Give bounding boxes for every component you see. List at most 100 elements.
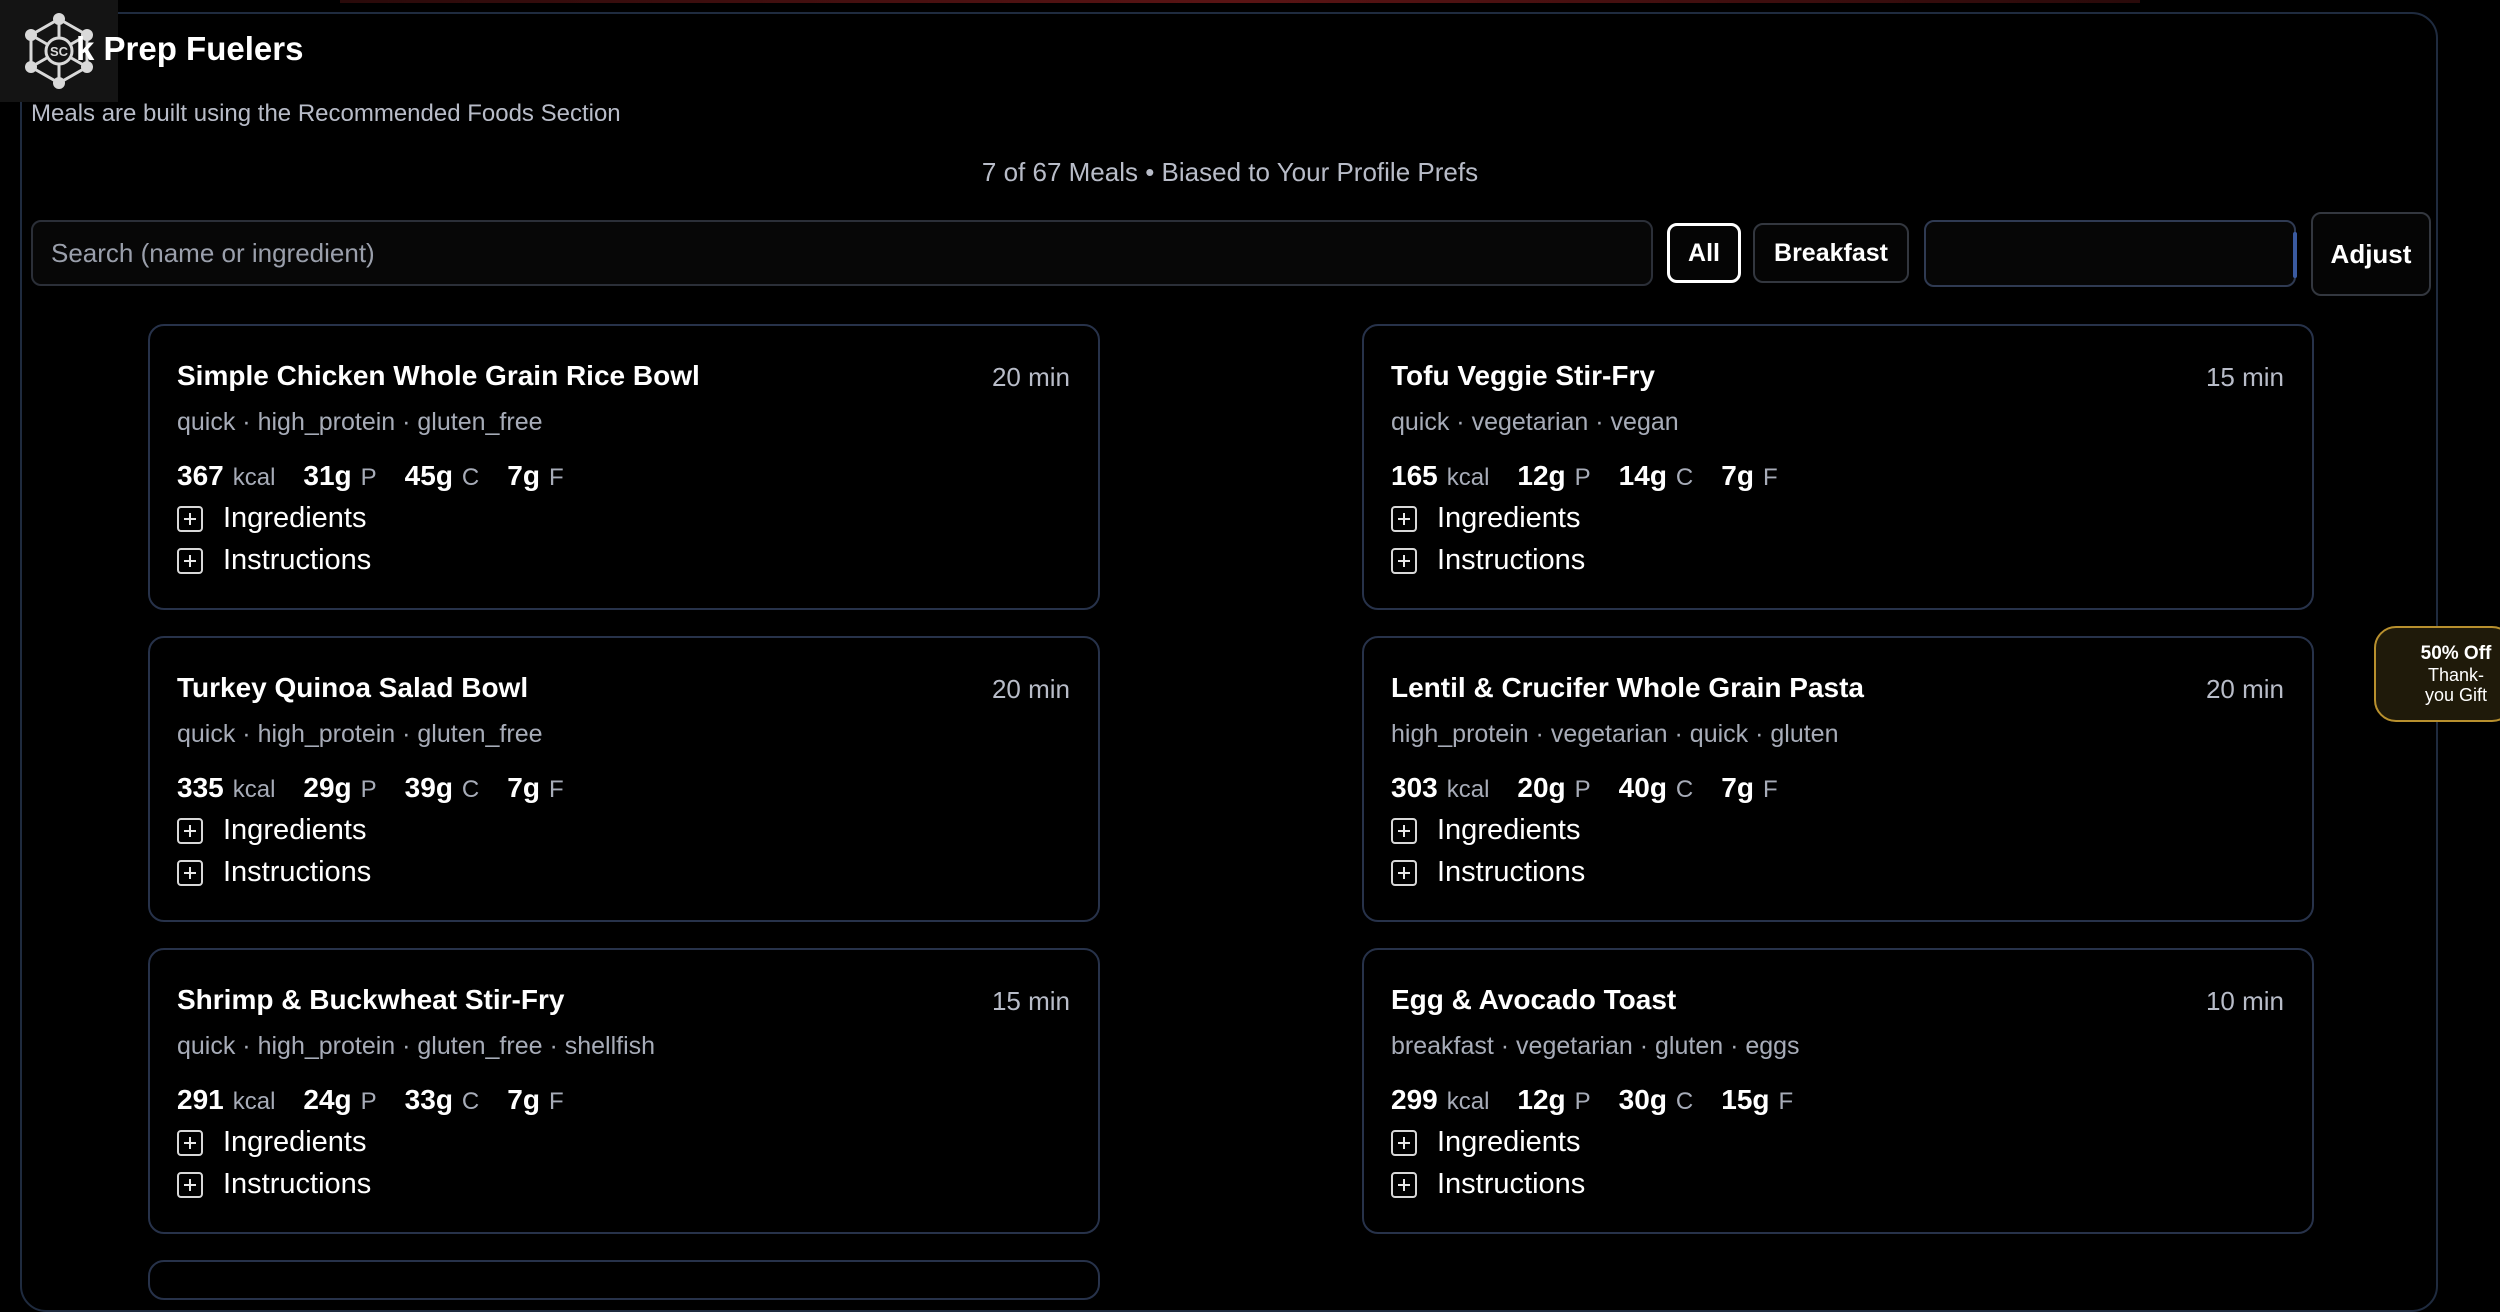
- carbs-value: 40g: [1618, 772, 1667, 803]
- meal-name: Tofu Veggie Stir-Fry: [1391, 360, 1655, 391]
- plus-square-icon: [1391, 859, 1417, 886]
- svg-text:SC: SC: [50, 44, 69, 59]
- kcal-unit: kcal: [1446, 1088, 1490, 1115]
- carbs-unit: C: [461, 464, 480, 491]
- fat-unit: F: [1778, 1088, 1794, 1115]
- meal-card[interactable]: Lentil & Crucifer Whole Grain Pasta 20 m…: [1362, 636, 2314, 922]
- ingredients-label: Ingredients: [223, 502, 367, 534]
- instructions-toggle[interactable]: Instructions: [177, 1168, 371, 1201]
- ingredients-toggle[interactable]: Ingredients: [177, 814, 367, 847]
- carbs-unit: C: [461, 776, 480, 803]
- protein-value: 12g: [1517, 460, 1566, 491]
- top-accent-bar: [340, 0, 2140, 3]
- ingredients-label: Ingredients: [223, 814, 367, 846]
- kcal-unit: kcal: [232, 464, 276, 491]
- meal-tags: quick · high_protein · gluten_free · she…: [177, 1032, 656, 1060]
- instructions-label: Instructions: [1437, 544, 1586, 576]
- carbs-value: 45g: [404, 460, 453, 491]
- macros-row: 335 kcal 29g P 39g C 7g F: [177, 772, 592, 804]
- protein-value: 24g: [303, 1084, 352, 1115]
- carbs-unit: C: [1675, 1088, 1694, 1115]
- fat-unit: F: [1762, 464, 1778, 491]
- meal-card[interactable]: Tofu Veggie Stir-Fry 15 min quick · vege…: [1362, 324, 2314, 610]
- plus-square-icon: [177, 505, 203, 532]
- meal-card-partial[interactable]: [148, 1260, 1100, 1300]
- instructions-label: Instructions: [223, 544, 372, 576]
- plus-square-icon: [177, 817, 203, 844]
- filter-chip-breakfast[interactable]: Breakfast: [1753, 223, 1909, 283]
- plus-square-icon: [177, 547, 203, 574]
- fat-unit: F: [548, 464, 564, 491]
- instructions-toggle[interactable]: Instructions: [1391, 544, 1585, 577]
- meal-time: 20 min: [991, 674, 1070, 704]
- kcal-unit: kcal: [1446, 464, 1490, 491]
- kcal-value: 367: [177, 460, 224, 491]
- instructions-label: Instructions: [1437, 856, 1586, 888]
- carbs-unit: C: [1675, 776, 1694, 803]
- carbs-value: 39g: [404, 772, 453, 803]
- protein-unit: P: [360, 776, 377, 803]
- plus-square-icon: [1391, 1171, 1417, 1198]
- ingredients-toggle[interactable]: Ingredients: [1391, 1126, 1581, 1159]
- meal-card[interactable]: Simple Chicken Whole Grain Rice Bowl 20 …: [148, 324, 1100, 610]
- adjust-button[interactable]: Adjust: [2311, 212, 2431, 296]
- meal-name: Turkey Quinoa Salad Bowl: [177, 672, 529, 703]
- plus-square-icon: [177, 1129, 203, 1156]
- protein-value: 31g: [303, 460, 352, 491]
- macros-row: 299 kcal 12g P 30g C 15g F: [1391, 1084, 1821, 1116]
- instructions-toggle[interactable]: Instructions: [1391, 1168, 1585, 1201]
- meal-time: 20 min: [991, 362, 1070, 392]
- instructions-toggle[interactable]: Instructions: [177, 856, 371, 889]
- gift-badge[interactable]: 50% Off Thank-you Gift: [2374, 626, 2500, 722]
- meal-tags: quick · vegetarian · vegan: [1391, 408, 1679, 436]
- ingredients-toggle[interactable]: Ingredients: [177, 502, 367, 535]
- fat-value: 7g: [507, 1084, 540, 1115]
- meal-tags: high_protein · vegetarian · quick · glut…: [1391, 720, 1839, 748]
- instructions-toggle[interactable]: Instructions: [177, 544, 371, 577]
- plus-square-icon: [1391, 817, 1417, 844]
- protein-unit: P: [1574, 776, 1591, 803]
- fat-value: 7g: [1721, 460, 1754, 491]
- meal-card[interactable]: Egg & Avocado Toast 10 min breakfast · v…: [1362, 948, 2314, 1234]
- protein-unit: P: [360, 1088, 377, 1115]
- instructions-toggle[interactable]: Instructions: [1391, 856, 1585, 889]
- carbs-value: 30g: [1618, 1084, 1667, 1115]
- plus-square-icon: [1391, 1129, 1417, 1156]
- ingredients-toggle[interactable]: Ingredients: [1391, 502, 1581, 535]
- kcal-value: 165: [1391, 460, 1438, 491]
- meal-tags: quick · high_protein · gluten_free: [177, 408, 543, 436]
- meal-name: Egg & Avocado Toast: [1391, 984, 1677, 1015]
- fat-unit: F: [548, 1088, 564, 1115]
- kcal-value: 335: [177, 772, 224, 803]
- kcal-unit: kcal: [1446, 776, 1490, 803]
- plus-square-icon: [177, 1171, 203, 1198]
- filter-chip-all[interactable]: All: [1667, 223, 1741, 283]
- ingredients-toggle[interactable]: Ingredients: [177, 1126, 367, 1159]
- search-input[interactable]: [31, 220, 1653, 286]
- meal-name: Lentil & Crucifer Whole Grain Pasta: [1391, 672, 1864, 703]
- fat-unit: F: [548, 776, 564, 803]
- ingredients-toggle[interactable]: Ingredients: [1391, 814, 1581, 847]
- ingredients-label: Ingredients: [223, 1126, 367, 1158]
- macros-row: 367 kcal 31g P 45g C 7g F: [177, 460, 592, 492]
- macros-row: 303 kcal 20g P 40g C 7g F: [1391, 772, 1806, 804]
- plus-square-icon: [1391, 547, 1417, 574]
- meal-filter-select[interactable]: [1924, 220, 2297, 287]
- instructions-label: Instructions: [223, 1168, 372, 1200]
- ingredients-label: Ingredients: [1437, 1126, 1581, 1158]
- protein-value: 20g: [1517, 772, 1566, 803]
- fat-value: 7g: [1721, 772, 1754, 803]
- meal-card[interactable]: Shrimp & Buckwheat Stir-Fry 15 min quick…: [148, 948, 1100, 1234]
- protein-unit: P: [1574, 464, 1591, 491]
- meal-name: Simple Chicken Whole Grain Rice Bowl: [177, 360, 700, 391]
- meal-time: 20 min: [2205, 674, 2284, 704]
- protein-unit: P: [1574, 1088, 1591, 1115]
- fat-value: 15g: [1721, 1084, 1770, 1115]
- ingredients-label: Ingredients: [1437, 814, 1581, 846]
- meal-tags: quick · high_protein · gluten_free: [177, 720, 543, 748]
- protein-value: 29g: [303, 772, 352, 803]
- meal-card[interactable]: Turkey Quinoa Salad Bowl 20 min quick · …: [148, 636, 1100, 922]
- ingredients-label: Ingredients: [1437, 502, 1581, 534]
- kcal-value: 299: [1391, 1084, 1438, 1115]
- plus-square-icon: [1391, 505, 1417, 532]
